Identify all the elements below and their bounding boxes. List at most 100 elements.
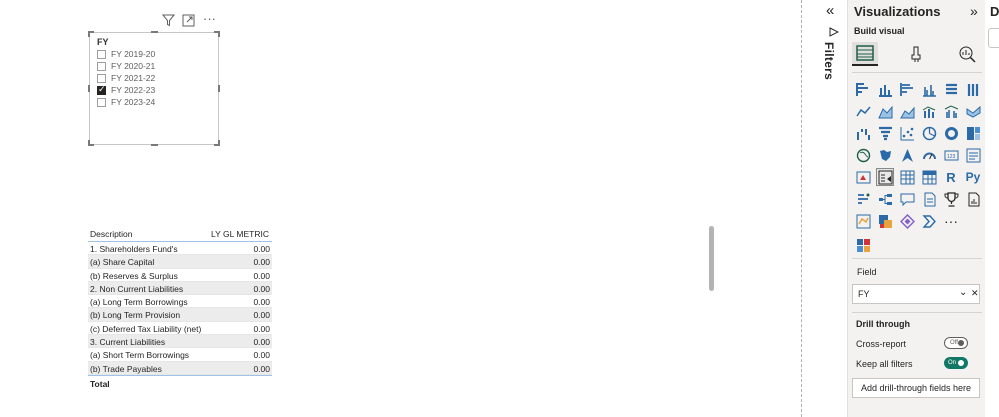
tab-analytics[interactable] bbox=[954, 42, 980, 66]
ribbon-chart-icon[interactable] bbox=[964, 102, 982, 120]
slicer-icon[interactable] bbox=[876, 168, 894, 186]
line-chart-icon[interactable] bbox=[854, 102, 872, 120]
stacked-bar-chart-icon[interactable] bbox=[854, 80, 872, 98]
stacked-area-chart-icon[interactable] bbox=[898, 102, 916, 120]
python-visual-icon[interactable]: Py bbox=[964, 168, 982, 186]
slicer-item[interactable]: FY 2023-24 bbox=[97, 97, 155, 109]
checkbox[interactable] bbox=[97, 98, 106, 108]
resize-handle[interactable] bbox=[88, 31, 90, 37]
stacked-column-chart-icon[interactable] bbox=[876, 80, 894, 98]
slicer-item[interactable]: FY 2022-23 bbox=[97, 84, 155, 97]
100-stacked-column-chart-icon[interactable] bbox=[964, 80, 982, 98]
checkbox[interactable] bbox=[97, 74, 106, 84]
data-pane-truncated: D bbox=[986, 0, 999, 417]
data-search-input[interactable] bbox=[988, 28, 999, 48]
line-and-clustered-column-chart-icon[interactable] bbox=[942, 102, 960, 120]
more-visuals-icon[interactable]: ··· bbox=[942, 212, 960, 230]
resize-handle[interactable] bbox=[218, 140, 220, 146]
100-stacked-bar-chart-icon[interactable] bbox=[942, 80, 960, 98]
row-value: 0.00 bbox=[253, 350, 270, 361]
canvas-scrollbar[interactable] bbox=[709, 226, 714, 291]
key-influencers-icon[interactable] bbox=[854, 190, 872, 208]
matrix-icon[interactable] bbox=[920, 168, 938, 186]
expand-pane-icon[interactable]: » bbox=[970, 3, 978, 19]
column-header[interactable]: LY GL METRIC bbox=[211, 229, 269, 239]
goals-trophy-icon[interactable] bbox=[942, 190, 960, 208]
narrative-icon[interactable] bbox=[920, 190, 938, 208]
filter-icon[interactable] bbox=[829, 27, 840, 40]
resize-handle[interactable] bbox=[218, 85, 220, 92]
table-visual-icon bbox=[856, 45, 874, 61]
resize-handle[interactable] bbox=[218, 31, 220, 37]
power-automate-icon[interactable] bbox=[898, 212, 916, 230]
table-row: (c) Deferred Tax Liability (net) 0.00 bbox=[88, 322, 272, 336]
chevron-down-icon[interactable]: ⌄ bbox=[959, 287, 967, 298]
r-visual-icon[interactable]: R bbox=[942, 168, 960, 186]
card-icon[interactable]: 123 bbox=[942, 146, 960, 164]
row-label: (b) Long Term Provision bbox=[90, 310, 181, 321]
waterfall-chart-icon[interactable] bbox=[854, 124, 872, 142]
donut-chart-icon[interactable] bbox=[942, 124, 960, 142]
gauge-icon[interactable] bbox=[920, 146, 938, 164]
power-apps-icon[interactable] bbox=[876, 212, 894, 230]
table-row: 1. Shareholders Fund's 0.00 bbox=[88, 242, 272, 256]
slicer-item[interactable]: FY 2021-22 bbox=[97, 73, 155, 85]
custom-visual-icon[interactable] bbox=[854, 236, 872, 254]
collapse-filters-icon[interactable]: « bbox=[826, 2, 834, 19]
slicer-header: ··· bbox=[160, 11, 220, 32]
scatter-chart-icon[interactable] bbox=[898, 124, 916, 142]
multi-row-card-icon[interactable] bbox=[964, 146, 982, 164]
resize-handle[interactable] bbox=[88, 85, 90, 92]
filled-map-icon[interactable] bbox=[876, 146, 894, 164]
filters-pane-collapsed: « Filters bbox=[820, 0, 846, 417]
keep-all-filters-toggle[interactable]: On bbox=[944, 357, 968, 369]
data-pane-title[interactable]: D bbox=[990, 4, 999, 19]
kpi-icon[interactable] bbox=[854, 168, 872, 186]
checkbox-checked[interactable] bbox=[97, 84, 106, 96]
row-value: 0.00 bbox=[253, 297, 270, 308]
field-well-fy[interactable]: FY ⌄ ✕ bbox=[852, 284, 980, 304]
field-label: Field bbox=[857, 267, 877, 277]
pie-chart-icon[interactable] bbox=[920, 124, 938, 142]
azure-map-icon[interactable] bbox=[898, 146, 916, 164]
slicer-item[interactable]: FY 2020-21 bbox=[97, 61, 155, 73]
clustered-bar-chart-icon[interactable] bbox=[898, 80, 916, 98]
table-icon[interactable] bbox=[898, 168, 916, 186]
table-row: (a) Long Term Borrowings 0.00 bbox=[88, 295, 272, 309]
analytics-magnifier-icon bbox=[959, 46, 976, 63]
table-row: (b) Trade Payables 0.00 bbox=[88, 361, 272, 375]
row-value: 0.00 bbox=[253, 244, 270, 254]
balance-sheet-table[interactable]: Description LY GL METRIC 1. Shareholders… bbox=[88, 226, 272, 389]
clustered-column-chart-icon[interactable] bbox=[920, 80, 938, 98]
add-drill-through-fields-well[interactable]: Add drill-through fields here bbox=[852, 378, 980, 398]
focus-mode-icon[interactable] bbox=[182, 14, 195, 30]
tab-build-visual[interactable] bbox=[852, 42, 878, 66]
shape-map-icon[interactable] bbox=[854, 212, 872, 230]
resize-handle[interactable] bbox=[151, 144, 158, 146]
treemap-icon[interactable] bbox=[964, 124, 982, 142]
filters-pane-label[interactable]: Filters bbox=[822, 42, 836, 80]
funnel-chart-icon[interactable] bbox=[876, 124, 894, 142]
resize-handle[interactable] bbox=[88, 140, 90, 146]
smart-narrative-icon[interactable] bbox=[920, 212, 938, 230]
row-label: (a) Share Capital bbox=[90, 257, 155, 268]
map-icon[interactable] bbox=[854, 146, 872, 164]
decomposition-tree-icon[interactable] bbox=[876, 190, 894, 208]
line-and-stacked-column-chart-icon[interactable] bbox=[920, 102, 938, 120]
row-label: (a) Long Term Borrowings bbox=[90, 297, 188, 308]
remove-field-icon[interactable]: ✕ bbox=[971, 288, 979, 299]
qa-visual-icon[interactable] bbox=[898, 190, 916, 208]
column-header[interactable]: Description bbox=[90, 229, 133, 239]
checkbox[interactable] bbox=[97, 62, 106, 72]
paginated-report-icon[interactable] bbox=[964, 190, 982, 208]
filter-icon[interactable] bbox=[161, 14, 176, 30]
checkbox[interactable] bbox=[97, 50, 106, 60]
more-options-icon[interactable]: ··· bbox=[203, 11, 216, 26]
slicer-item[interactable]: FY 2019-20 bbox=[97, 49, 155, 61]
tab-format-visual[interactable] bbox=[904, 42, 930, 66]
fy-slicer[interactable]: FY FY 2019-20 FY 2020-21 FY 2021-22 FY 2… bbox=[88, 31, 220, 146]
area-chart-icon[interactable] bbox=[876, 102, 894, 120]
resize-handle[interactable] bbox=[151, 31, 158, 33]
cross-report-toggle[interactable]: Off bbox=[944, 337, 968, 349]
drill-through-heading: Drill through bbox=[856, 319, 910, 329]
